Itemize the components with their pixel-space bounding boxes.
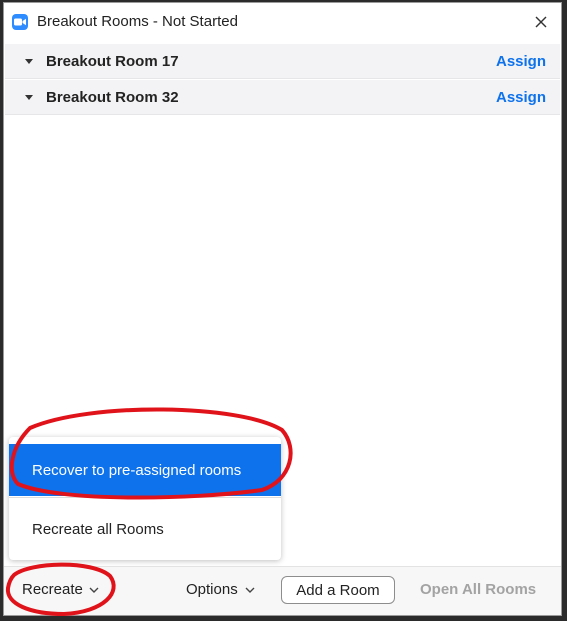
room-name: Breakout Room 17 bbox=[46, 52, 179, 70]
breakout-rooms-window: Breakout Rooms - Not Started Breakout Ro… bbox=[3, 2, 562, 616]
caret-down-icon[interactable] bbox=[25, 59, 33, 64]
chevron-down-icon bbox=[89, 587, 99, 593]
menu-item-label: Recover to pre-assigned rooms bbox=[32, 461, 242, 479]
menu-item-recreate-all[interactable]: Recreate all Rooms bbox=[9, 503, 281, 555]
room-list: Breakout Room 17 Assign Breakout Room 32… bbox=[5, 43, 560, 115]
options-button[interactable]: Options bbox=[186, 581, 255, 598]
window-title: Breakout Rooms - Not Started bbox=[37, 13, 238, 30]
menu-divider bbox=[9, 497, 281, 498]
room-row[interactable]: Breakout Room 17 Assign bbox=[5, 43, 560, 79]
video-camera-icon bbox=[12, 14, 28, 30]
footer-toolbar: Recreate Options Add a Room Open All Roo… bbox=[4, 566, 561, 615]
open-all-rooms-button[interactable]: Open All Rooms bbox=[420, 581, 536, 598]
assign-button[interactable]: Assign bbox=[496, 53, 546, 70]
recreate-label: Recreate bbox=[22, 581, 83, 598]
add-room-button[interactable]: Add a Room bbox=[281, 576, 395, 604]
room-name: Breakout Room 32 bbox=[46, 88, 179, 106]
room-row[interactable]: Breakout Room 32 Assign bbox=[5, 79, 560, 115]
recreate-button[interactable]: Recreate bbox=[22, 581, 99, 598]
assign-button[interactable]: Assign bbox=[496, 89, 546, 106]
menu-item-recover-pre-assigned[interactable]: Recover to pre-assigned rooms bbox=[9, 444, 281, 496]
menu-item-label: Recreate all Rooms bbox=[32, 520, 164, 538]
chevron-down-icon bbox=[245, 587, 255, 593]
caret-down-icon[interactable] bbox=[25, 95, 33, 100]
close-icon bbox=[535, 16, 547, 28]
title-bar: Breakout Rooms - Not Started bbox=[4, 3, 561, 41]
recreate-dropdown-menu: Recover to pre-assigned rooms Recreate a… bbox=[9, 437, 281, 560]
options-label: Options bbox=[186, 581, 238, 598]
close-button[interactable] bbox=[531, 12, 551, 32]
